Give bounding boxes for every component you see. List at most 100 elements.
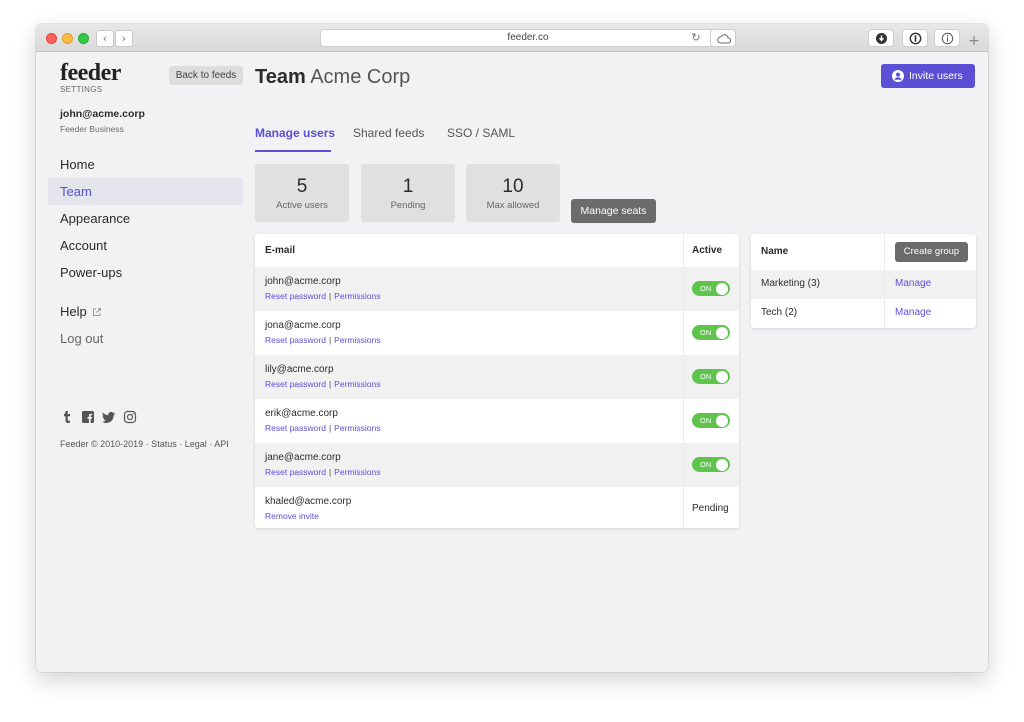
facebook-icon[interactable]: [81, 410, 95, 424]
forward-icon[interactable]: ›: [115, 30, 133, 47]
column-divider: [884, 234, 885, 328]
toggle-knob: [716, 370, 728, 383]
tumblr-icon[interactable]: [60, 410, 74, 424]
toggle-knob: [716, 414, 728, 427]
column-header-active: Active: [692, 245, 723, 256]
user-email: jane@acme.corp: [265, 452, 341, 463]
active-toggle[interactable]: ON: [692, 281, 730, 296]
table-row: Marketing (3) Manage: [751, 270, 976, 299]
active-toggle[interactable]: ON: [692, 457, 730, 472]
back-to-feeds-button[interactable]: Back to feeds: [169, 66, 243, 85]
twitter-icon[interactable]: [102, 410, 116, 424]
sidebar-item-appearance[interactable]: Appearance: [48, 205, 243, 232]
user-actions: Reset password | Permissions: [265, 423, 380, 433]
user-actions: Reset password | Permissions: [265, 379, 380, 389]
team-name: Acme Corp: [310, 66, 411, 88]
user-actions: Reset password | Permissions: [265, 291, 380, 301]
user-actions: Reset password | Permissions: [265, 467, 380, 477]
tab-shared-feeds[interactable]: Shared feeds: [353, 126, 424, 140]
sidebar-item-account[interactable]: Account: [48, 232, 243, 259]
password-manager-icon[interactable]: [902, 29, 928, 47]
link-separator: |: [328, 467, 332, 477]
reset-password-link[interactable]: Reset password: [265, 335, 326, 345]
groups-table: Name Create group Marketing (3) Manage T…: [751, 234, 976, 328]
table-row: john@acme.corp Reset password | Permission…: [255, 267, 739, 311]
download-extension-icon[interactable]: [868, 29, 894, 47]
stat-value: 5: [296, 176, 308, 197]
reset-password-link[interactable]: Reset password: [265, 467, 326, 477]
reset-password-link[interactable]: Reset password: [265, 423, 326, 433]
active-toggle[interactable]: ON: [692, 325, 730, 340]
active-tab-indicator: [255, 150, 331, 152]
column-header-email: E-mail: [265, 245, 296, 256]
reset-password-link[interactable]: Reset password: [265, 291, 326, 301]
toggle-label: ON: [700, 372, 712, 381]
permissions-link[interactable]: Permissions: [334, 467, 380, 477]
stat-label: Pending: [390, 200, 426, 211]
stat-label: Active users: [276, 200, 328, 211]
column-header-name: Name: [761, 246, 789, 257]
column-divider: [683, 234, 684, 528]
address-bar[interactable]: feeder.co: [320, 29, 736, 47]
stat-max-allowed: 10 Max allowed: [466, 164, 560, 222]
table-row: jane@acme.corp Reset password | Permission…: [255, 443, 739, 487]
table-row: khaled@acme.corp Remove invite Pending: [255, 487, 739, 528]
manage-seats-button[interactable]: Manage seats: [571, 199, 656, 223]
tab-manage-users[interactable]: Manage users: [255, 126, 335, 140]
sidebar-item-home[interactable]: Home: [48, 151, 243, 178]
stat-label: Max allowed: [486, 200, 540, 211]
sidebar-item-power-ups[interactable]: Power-ups: [48, 259, 243, 286]
permissions-link[interactable]: Permissions: [334, 423, 380, 433]
toggle-label: ON: [700, 460, 712, 469]
stat-active-users: 5 Active users: [255, 164, 349, 222]
sidebar-item-logout[interactable]: Log out: [48, 325, 243, 352]
settings-page: feeder SETTINGS Back to feeds john@acme.…: [36, 52, 988, 672]
permissions-link[interactable]: Permissions: [334, 291, 380, 301]
group-name: Tech (2): [761, 307, 798, 318]
feeder-logo[interactable]: feeder: [60, 60, 121, 86]
toggle-knob: [716, 326, 728, 339]
new-tab-icon[interactable]: +: [964, 32, 984, 50]
back-icon[interactable]: ‹: [96, 30, 114, 47]
manage-group-link[interactable]: Manage: [895, 278, 931, 289]
tab-sso-saml[interactable]: SSO / SAML: [447, 126, 515, 140]
table-row: erik@acme.corp Reset password | Permission…: [255, 399, 739, 443]
users-table: E-mail Active john@acme.corp Reset passw…: [255, 234, 739, 528]
account-email: john@acme.corp: [60, 108, 145, 120]
user-actions: Remove invite: [265, 511, 319, 521]
table-row: Tech (2) Manage: [751, 299, 976, 328]
sidebar-item-team[interactable]: Team: [48, 178, 243, 205]
table-row: jona@acme.corp Reset password | Permission…: [255, 311, 739, 355]
manage-group-link[interactable]: Manage: [895, 307, 931, 318]
create-group-button[interactable]: Create group: [895, 242, 968, 262]
page-title: Team Acme Corp: [255, 64, 410, 90]
user-actions: Reset password | Permissions: [265, 335, 380, 345]
sidebar-item-help[interactable]: Help: [48, 298, 243, 325]
group-name: Marketing (3): [761, 278, 820, 289]
external-link-icon: [92, 308, 101, 316]
permissions-link[interactable]: Permissions: [334, 379, 380, 389]
reset-password-link[interactable]: Reset password: [265, 379, 326, 389]
link-separator: |: [328, 379, 332, 389]
help-label: Help: [60, 304, 87, 319]
stat-value: 10: [502, 176, 524, 197]
table-row: lily@acme.corp Reset password | Permission…: [255, 355, 739, 399]
status-pending: Pending: [692, 503, 729, 514]
active-toggle[interactable]: ON: [692, 369, 730, 384]
user-icon: [892, 70, 904, 82]
zoom-window-button[interactable]: [78, 33, 89, 44]
permissions-link[interactable]: Permissions: [334, 335, 380, 345]
reload-icon[interactable]: ↻: [686, 29, 706, 47]
minimize-window-button[interactable]: [62, 33, 73, 44]
remove-invite-link[interactable]: Remove invite: [265, 511, 319, 521]
active-toggle[interactable]: ON: [692, 413, 730, 428]
user-email: john@acme.corp: [265, 276, 341, 287]
instagram-icon[interactable]: [123, 410, 137, 424]
info-icon[interactable]: [934, 29, 960, 47]
close-window-button[interactable]: [46, 33, 57, 44]
footer-links[interactable]: Feeder © 2010-2019 · Status · Legal · AP…: [60, 436, 230, 452]
link-separator: |: [328, 291, 332, 301]
toggle-knob: [716, 458, 728, 471]
cloud-icon[interactable]: [710, 29, 736, 47]
invite-users-button[interactable]: Invite users: [881, 64, 975, 88]
